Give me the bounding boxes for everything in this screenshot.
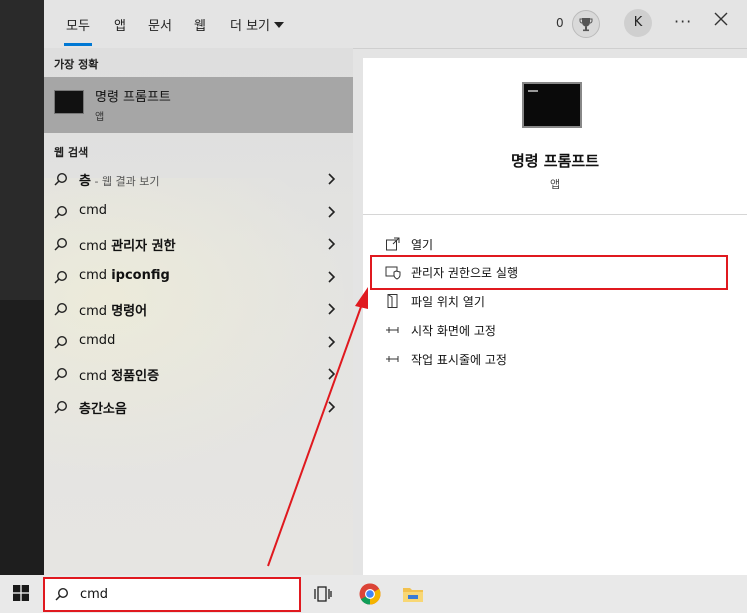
result-suffix-text: - 웹 결과 보기 [90, 175, 160, 188]
divider [363, 214, 747, 215]
action-label: 작업 표시줄에 고정 [411, 353, 507, 367]
web-result-row[interactable]: cmd [44, 196, 353, 228]
chevron-right-icon [328, 173, 336, 185]
result-bold-text: ipconfig [111, 268, 170, 283]
more-options-icon[interactable]: ··· [674, 12, 692, 31]
result-bold-text: 관리자 권한 [111, 239, 176, 254]
results-pane: 가장 정확 명령 프롬프트 앱 웹 검색 층 - 웹 결과 보기 cmd cmd… [44, 48, 353, 575]
search-icon [54, 335, 68, 349]
reward-points-count: 0 [556, 16, 564, 30]
action-open[interactable]: 열기 [385, 232, 725, 256]
highlight-run-as-admin [370, 255, 728, 290]
web-result-row[interactable]: cmd 정품인증 [44, 358, 353, 390]
search-icon [54, 205, 68, 219]
web-result-row[interactable]: cmd 관리자 권한 [44, 228, 353, 260]
task-view-icon[interactable] [312, 582, 336, 606]
search-filter-tabs: 모두 앱 문서 웹 더 보기 0 K ··· [44, 0, 747, 49]
result-text: cmd [79, 239, 112, 254]
result-bold-text: 층간소음 [79, 402, 127, 417]
action-label: 파일 위치 열기 [411, 295, 485, 309]
action-label: 시작 화면에 고정 [411, 324, 496, 338]
tab-apps[interactable]: 앱 [114, 15, 126, 34]
chevron-right-icon [328, 401, 336, 413]
details-title: 명령 프롬프트 [510, 152, 600, 170]
tab-more-label: 더 보기 [230, 19, 271, 34]
chevron-right-icon [328, 303, 336, 315]
app-details-pane: 명령 프롬프트 앱 열기 관리자 권한으로 실행 파일 위치 열기 시작 화면에… [363, 58, 747, 575]
web-result-row[interactable]: cmd 명령어 [44, 293, 353, 325]
pin-icon [386, 327, 399, 333]
chrome-icon[interactable] [358, 582, 382, 606]
highlight-search-box [43, 577, 301, 612]
search-icon [54, 270, 68, 284]
desktop-background-lower [0, 300, 44, 575]
best-match-title: 명령 프롬프트 [95, 90, 171, 105]
action-open-file-location[interactable]: 파일 위치 열기 [385, 289, 725, 313]
best-match-item[interactable]: 명령 프롬프트 앱 [44, 77, 353, 133]
web-result-row[interactable]: 층간소음 [44, 391, 353, 423]
result-bold-text: 층 [79, 174, 91, 189]
command-prompt-large-icon [522, 82, 582, 128]
action-pin-to-start[interactable]: 시작 화면에 고정 [385, 318, 725, 342]
tab-all[interactable]: 모두 [64, 15, 92, 46]
chevron-right-icon [328, 238, 336, 250]
tab-more[interactable]: 더 보기 [230, 15, 285, 34]
web-result-row[interactable]: 층 - 웹 결과 보기 [44, 163, 353, 195]
result-text: cmd [79, 203, 108, 218]
best-match-subtitle: 앱 [95, 112, 105, 123]
action-label: 열기 [411, 238, 434, 252]
close-icon[interactable] [712, 10, 730, 28]
tab-documents[interactable]: 문서 [148, 15, 172, 34]
tab-web[interactable]: 웹 [194, 15, 206, 34]
search-icon [54, 302, 68, 316]
pin-icon [386, 356, 399, 362]
open-icon [386, 237, 400, 251]
search-icon [54, 172, 68, 186]
web-search-heading: 웹 검색 [54, 146, 89, 159]
caret-down-icon [274, 22, 285, 28]
result-text: cmd [79, 268, 112, 283]
web-result-row[interactable]: cmdd [44, 326, 353, 358]
trophy-icon[interactable] [572, 10, 600, 38]
web-result-row[interactable]: cmd ipconfig [44, 261, 353, 293]
desktop-background [0, 0, 44, 300]
chevron-right-icon [328, 336, 336, 348]
command-prompt-icon [54, 90, 84, 114]
result-text: cmdd [79, 333, 116, 348]
result-bold-text: 정품인증 [111, 369, 160, 384]
result-text: cmd [79, 304, 112, 319]
best-match-heading: 가장 정확 [54, 58, 99, 71]
chevron-right-icon [328, 368, 336, 380]
windows-start-icon[interactable] [13, 585, 29, 601]
file-explorer-icon[interactable] [401, 582, 425, 606]
avatar[interactable]: K [624, 9, 652, 37]
result-bold-text: 명령어 [111, 304, 148, 319]
search-icon [54, 367, 68, 381]
search-icon [54, 400, 68, 414]
chevron-right-icon [328, 271, 336, 283]
search-icon [54, 237, 68, 251]
details-subtitle: 앱 [549, 178, 561, 191]
chevron-right-icon [328, 206, 336, 218]
result-text: cmd [79, 369, 112, 384]
action-pin-to-taskbar[interactable]: 작업 표시줄에 고정 [385, 347, 725, 371]
file-location-icon [387, 294, 398, 308]
